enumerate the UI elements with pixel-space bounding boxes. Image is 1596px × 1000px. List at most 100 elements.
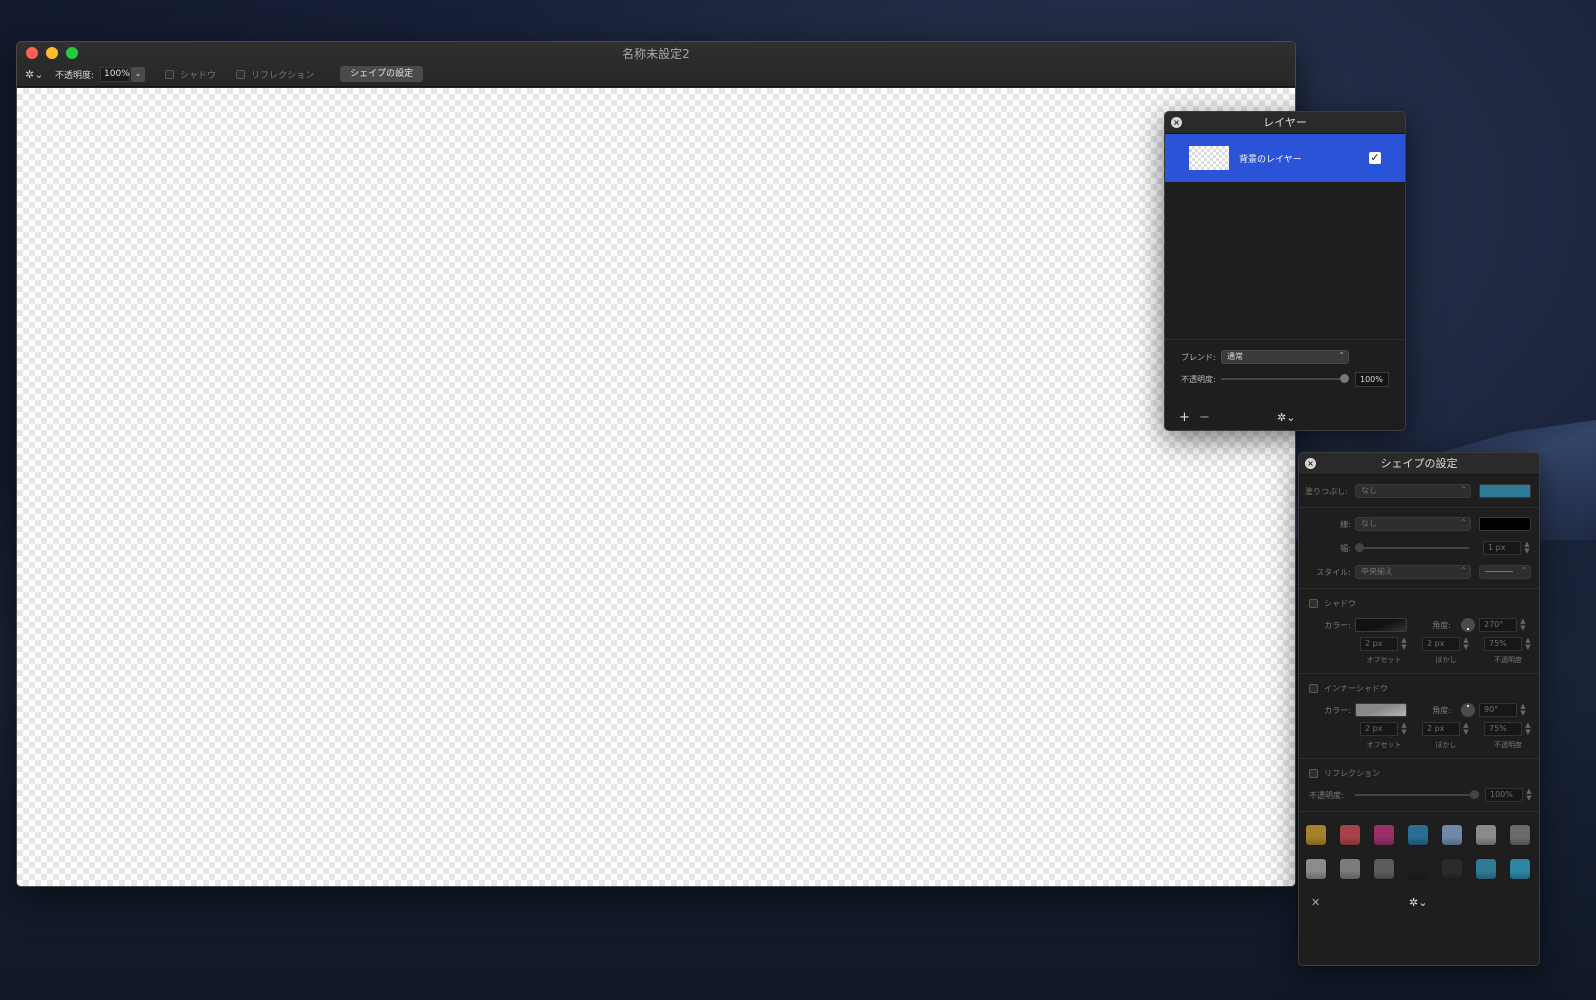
- titlebar[interactable]: 名称未設定2 ✲⌄ 不透明度: 100% ⌄ シャドウ リフレクション シェイプ…: [17, 42, 1295, 87]
- width-slider[interactable]: [1355, 543, 1469, 552]
- remove-layer-button[interactable]: −: [1199, 410, 1219, 425]
- reflection-checkbox[interactable]: [1309, 768, 1318, 778]
- shape-settings-button[interactable]: シェイプの設定: [340, 66, 424, 82]
- inner-shadow-blur-stepper[interactable]: ▲ ▼: [1462, 722, 1470, 736]
- inner-shadow-color-label: カラー:: [1324, 705, 1351, 715]
- layers-panel-footer: + − ✲⌄: [1165, 400, 1405, 430]
- layers-panel: × レイヤー 背景のレイヤー ✓ ブレンド: 通常 不透明度: 100% + −…: [1164, 111, 1406, 431]
- blend-label: ブレンド:: [1181, 352, 1216, 362]
- line-style-preview: [1485, 571, 1513, 572]
- style-preset-9[interactable]: [1339, 858, 1361, 880]
- slider-knob[interactable]: [1470, 790, 1479, 799]
- reflection-checkbox[interactable]: [236, 69, 246, 79]
- reflection-section-label: リフレクション: [1324, 768, 1380, 778]
- clear-style-button[interactable]: ✕: [1311, 896, 1320, 909]
- layers-panel-title: レイヤー: [1263, 116, 1307, 129]
- opacity-input[interactable]: 100%: [100, 66, 131, 82]
- shadow-angle-label: 角度:: [1432, 620, 1451, 630]
- shadow-offset-stepper[interactable]: ▲ ▼: [1400, 637, 1408, 651]
- transparent-canvas[interactable]: [17, 88, 1295, 886]
- style-preset-13[interactable]: [1475, 858, 1497, 880]
- shadow-opacity-stepper[interactable]: ▲ ▼: [1524, 637, 1532, 651]
- opacity-dropdown-button[interactable]: ⌄: [131, 66, 146, 82]
- shadow-color-well[interactable]: [1355, 618, 1407, 632]
- gear-icon[interactable]: ✲⌄: [1409, 896, 1427, 909]
- width-input[interactable]: 1 px: [1483, 541, 1521, 555]
- gear-icon[interactable]: ✲⌄: [1277, 411, 1295, 424]
- close-icon[interactable]: ×: [1171, 117, 1182, 128]
- slider-knob[interactable]: [1355, 543, 1364, 552]
- inner-shadow-section-label: インナーシャドウ: [1324, 683, 1388, 693]
- reflection-toggle[interactable]: リフレクション: [236, 68, 314, 81]
- layer-opacity-row: 不透明度: 100%: [1165, 368, 1405, 390]
- style-preset-6[interactable]: [1475, 824, 1497, 846]
- inner-shadow-blur-input[interactable]: 2 px: [1422, 722, 1460, 736]
- shadow-color-label: カラー:: [1324, 620, 1351, 630]
- shadow-offset-input[interactable]: 2 px: [1360, 637, 1398, 651]
- style-preset-4[interactable]: [1407, 824, 1429, 846]
- layers-panel-header[interactable]: × レイヤー: [1165, 112, 1405, 134]
- width-row: 幅: 1 px ▲ ▼: [1299, 536, 1539, 560]
- inner-shadow-header[interactable]: インナーシャドウ: [1299, 678, 1539, 698]
- inner-shadow-angle-stepper[interactable]: ▲ ▼: [1519, 703, 1527, 717]
- slider-knob[interactable]: [1340, 374, 1349, 383]
- style-preset-3[interactable]: [1373, 824, 1395, 846]
- style-preset-12[interactable]: [1441, 858, 1463, 880]
- reflection-header[interactable]: リフレクション: [1299, 763, 1539, 783]
- shadow-angle-input[interactable]: 270°: [1479, 618, 1517, 632]
- style-preset-2[interactable]: [1339, 824, 1361, 846]
- reflection-opacity-slider[interactable]: [1355, 790, 1479, 799]
- shadow-angle-stepper[interactable]: ▲ ▼: [1519, 618, 1527, 632]
- toolbar: ✲⌄ 不透明度: 100% ⌄ シャドウ リフレクション シェイプの設定: [25, 66, 1287, 82]
- reflection-label: リフレクション: [251, 70, 315, 81]
- inner-shadow-opacity-input[interactable]: 75%: [1484, 722, 1522, 736]
- shadow-angle-dial[interactable]: [1461, 618, 1475, 632]
- shadow-opacity-input[interactable]: 75%: [1484, 637, 1522, 651]
- shadow-blur-stepper[interactable]: ▲ ▼: [1462, 637, 1470, 651]
- layer-opacity-label: 不透明度:: [1181, 374, 1216, 384]
- style-preset-11[interactable]: [1407, 858, 1429, 880]
- inner-shadow-angle-input[interactable]: 90°: [1479, 703, 1517, 717]
- style-select[interactable]: 中央揃え: [1355, 565, 1471, 579]
- style-preset-5[interactable]: [1441, 824, 1463, 846]
- style-preset-14[interactable]: [1509, 858, 1531, 880]
- shadow-checkbox[interactable]: [1309, 598, 1318, 608]
- shadow-offset-caption: オフセット: [1366, 656, 1402, 664]
- shadow-toggle[interactable]: シャドウ: [165, 68, 216, 81]
- shadow-color-row: カラー: 角度: 270° ▲ ▼: [1299, 613, 1539, 637]
- layer-row[interactable]: 背景のレイヤー ✓: [1165, 134, 1405, 182]
- shadow-blur-input[interactable]: 2 px: [1422, 637, 1460, 651]
- gear-icon[interactable]: ✲⌄: [25, 68, 47, 81]
- blend-select[interactable]: 通常: [1221, 350, 1349, 364]
- shape-panel-header[interactable]: × シェイプの設定: [1299, 453, 1539, 475]
- inner-shadow-checkbox[interactable]: [1309, 683, 1318, 693]
- shadow-header[interactable]: シャドウ: [1299, 593, 1539, 613]
- layer-visibility-checkbox[interactable]: ✓: [1369, 152, 1381, 164]
- line-style-select[interactable]: [1479, 565, 1531, 579]
- inner-shadow-angle-dial[interactable]: [1461, 703, 1475, 717]
- close-icon[interactable]: ×: [1305, 458, 1316, 469]
- style-preset-7[interactable]: [1509, 824, 1531, 846]
- fill-color-well[interactable]: [1479, 484, 1531, 498]
- shadow-opacity-cell: 75% ▲ ▼ 不透明度: [1477, 637, 1539, 665]
- inner-shadow-offset-stepper[interactable]: ▲ ▼: [1400, 722, 1408, 736]
- stroke-color-well[interactable]: [1479, 517, 1531, 531]
- reflection-opacity-input[interactable]: 100%: [1485, 788, 1523, 802]
- inner-shadow-offset-input[interactable]: 2 px: [1360, 722, 1398, 736]
- layer-opacity-input[interactable]: 100%: [1355, 371, 1389, 387]
- style-preset-1[interactable]: [1305, 824, 1327, 846]
- style-preset-8[interactable]: [1305, 858, 1327, 880]
- stroke-label: 線:: [1340, 519, 1351, 529]
- reflection-opacity-stepper[interactable]: ▲ ▼: [1525, 788, 1533, 802]
- layers-list-empty-area[interactable]: [1165, 182, 1405, 340]
- reflection-section: リフレクション 不透明度: 100% ▲ ▼: [1299, 758, 1539, 807]
- inner-shadow-color-well[interactable]: [1355, 703, 1407, 717]
- fill-select[interactable]: なし: [1355, 484, 1471, 498]
- layer-opacity-slider[interactable]: [1221, 374, 1349, 383]
- shadow-checkbox[interactable]: [165, 69, 175, 79]
- width-stepper[interactable]: ▲ ▼: [1523, 541, 1531, 555]
- stroke-select[interactable]: なし: [1355, 517, 1471, 531]
- add-layer-button[interactable]: +: [1179, 410, 1199, 425]
- inner-shadow-opacity-stepper[interactable]: ▲ ▼: [1524, 722, 1532, 736]
- style-preset-10[interactable]: [1373, 858, 1395, 880]
